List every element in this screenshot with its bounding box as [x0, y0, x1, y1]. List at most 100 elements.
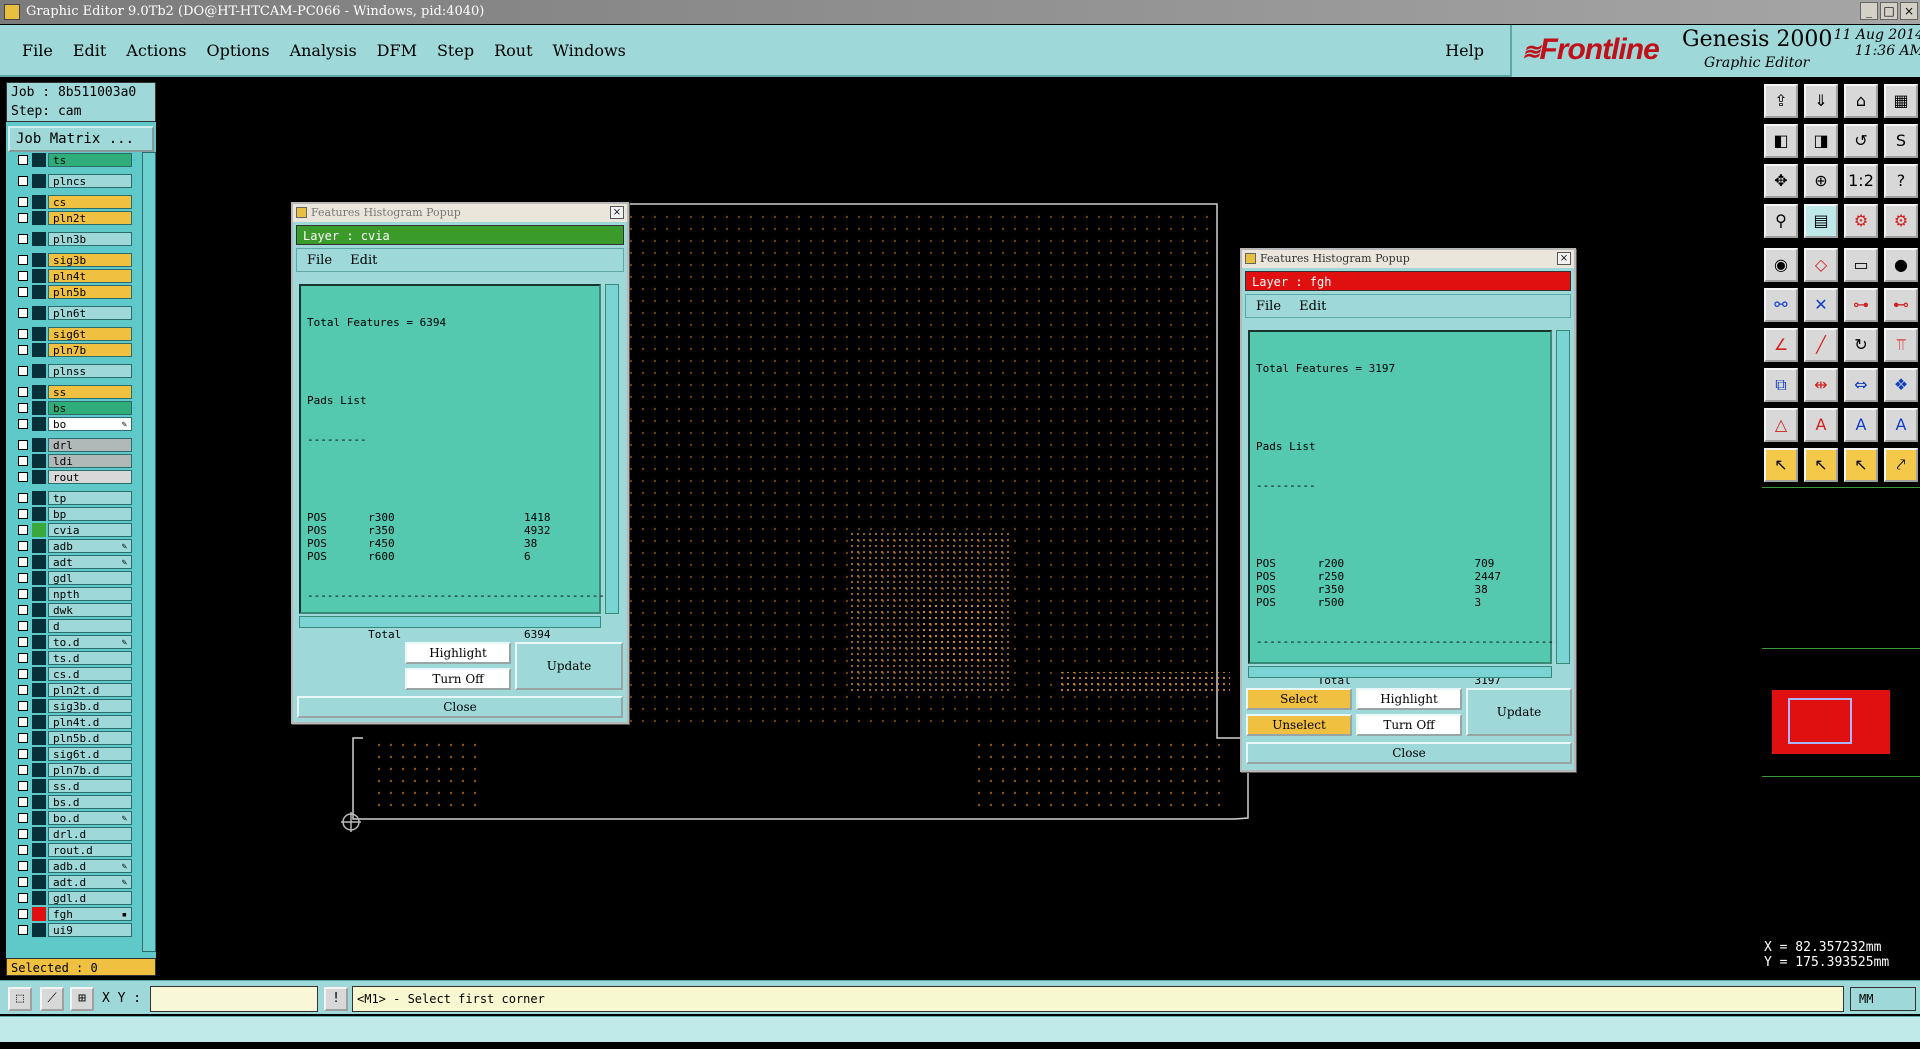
layer-name[interactable]: ss: [48, 385, 132, 399]
layer-checkbox[interactable]: [18, 717, 28, 727]
layer-row[interactable]: npth: [10, 586, 134, 602]
layer-checkbox[interactable]: [18, 573, 28, 583]
layer-color-swatch[interactable]: [32, 417, 46, 431]
xy-input[interactable]: [150, 986, 318, 1012]
close-button[interactable]: Close: [1246, 742, 1572, 764]
layer-color-swatch[interactable]: [32, 454, 46, 468]
popup-menu-file[interactable]: File: [1256, 299, 1281, 314]
layer-name[interactable]: cs: [48, 195, 132, 209]
layer-row[interactable]: tp: [10, 490, 134, 506]
layer-checkbox[interactable]: [18, 197, 28, 207]
layer-color-swatch[interactable]: [32, 683, 46, 697]
snap-mode-icon[interactable]: ⬚: [8, 987, 32, 1011]
copy-feature-icon[interactable]: ⧉: [1764, 368, 1798, 402]
layer-checkbox[interactable]: [18, 909, 28, 919]
layer-name[interactable]: pln7b.d: [48, 763, 132, 777]
layer-row[interactable]: plncs: [10, 173, 134, 189]
layer-checkbox[interactable]: [18, 845, 28, 855]
layer-row[interactable]: ldi: [10, 453, 134, 469]
layer-checkbox[interactable]: [18, 419, 28, 429]
layer-row[interactable]: ui9: [10, 922, 134, 938]
layer-color-swatch[interactable]: [32, 401, 46, 415]
layer-name[interactable]: bo ✎: [48, 417, 132, 431]
layer-name[interactable]: d: [48, 619, 132, 633]
connect-nodes-icon[interactable]: ⚯: [1764, 288, 1798, 322]
line-mode-icon[interactable]: ⟋: [40, 987, 64, 1011]
layer-color-swatch[interactable]: [32, 619, 46, 633]
layer-name[interactable]: sig3b: [48, 253, 132, 267]
popup-close-icon[interactable]: ×: [610, 206, 624, 219]
layer-name[interactable]: ldi: [48, 454, 132, 468]
grid-icon[interactable]: ▤: [1804, 204, 1838, 238]
turn-off-button[interactable]: Turn Off: [1356, 714, 1462, 736]
layer-row[interactable]: gdl.d: [10, 890, 134, 906]
alert-icon[interactable]: !: [324, 987, 348, 1011]
turn-off-button[interactable]: Turn Off: [405, 668, 511, 690]
layer-name[interactable]: bo.d ✎: [48, 811, 132, 825]
layer-color-swatch[interactable]: [32, 651, 46, 665]
layer-color-swatch[interactable]: [32, 327, 46, 341]
layer-row[interactable]: sig6t.d: [10, 746, 134, 762]
text-a3-icon[interactable]: A: [1844, 408, 1878, 442]
histogram-hscroll[interactable]: [1248, 666, 1552, 678]
layer-row[interactable]: adt.d ✎: [10, 874, 134, 890]
histogram-text[interactable]: Total Features = 3197 Pads List --------…: [1248, 330, 1567, 687]
layer-color-swatch[interactable]: [32, 253, 46, 267]
zoom-center-icon[interactable]: ⊕: [1804, 164, 1838, 198]
layer-checkbox[interactable]: [18, 749, 28, 759]
update-button[interactable]: Update: [1466, 688, 1572, 736]
layer-name[interactable]: drl.d: [48, 827, 132, 841]
layer-row[interactable]: pln7b.d: [10, 762, 134, 778]
layer-name[interactable]: sig3b.d: [48, 699, 132, 713]
layer-name[interactable]: bs.d: [48, 795, 132, 809]
layer-checkbox[interactable]: [18, 329, 28, 339]
layer-row[interactable]: gdl: [10, 570, 134, 586]
layer-name[interactable]: pln2t.d: [48, 683, 132, 697]
grid-mode-icon[interactable]: ⊞: [70, 987, 94, 1011]
layer-color-swatch[interactable]: [32, 285, 46, 299]
layer-name[interactable]: adt.d ✎: [48, 875, 132, 889]
layer-row[interactable]: to.d ✎: [10, 634, 134, 650]
layer-row[interactable]: d: [10, 618, 134, 634]
layer-row[interactable]: pln4t: [10, 268, 134, 284]
close-button[interactable]: Close: [297, 696, 623, 718]
layer-color-swatch[interactable]: [32, 715, 46, 729]
text-a-icon[interactable]: △: [1764, 408, 1798, 442]
popup-menu-file[interactable]: File: [307, 253, 332, 268]
stretch-icon[interactable]: ⇔: [1844, 368, 1878, 402]
layer-checkbox[interactable]: [18, 213, 28, 223]
update-button[interactable]: Update: [515, 642, 623, 690]
layer-checkbox[interactable]: [18, 493, 28, 503]
layer-name[interactable]: ts.d: [48, 651, 132, 665]
undo-view-icon[interactable]: ↺: [1844, 124, 1878, 158]
layer-name[interactable]: ts: [48, 153, 132, 167]
layer-color-swatch[interactable]: [32, 779, 46, 793]
layer-name[interactable]: pln2t: [48, 211, 132, 225]
layer-checkbox[interactable]: [18, 813, 28, 823]
layer-row[interactable]: ss.d: [10, 778, 134, 794]
highlight-button[interactable]: Highlight: [1356, 688, 1462, 710]
layer-color-swatch[interactable]: [32, 635, 46, 649]
round-pad-icon[interactable]: ●: [1884, 248, 1918, 282]
layer-checkbox[interactable]: [18, 440, 28, 450]
layer-row[interactable]: ts.d: [10, 650, 134, 666]
delete-node-icon[interactable]: ✕: [1804, 288, 1838, 322]
save-down-icon[interactable]: ⇓: [1804, 84, 1838, 118]
layer-row[interactable]: plnss: [10, 363, 134, 379]
layer-name[interactable]: plnss: [48, 364, 132, 378]
layer-row[interactable]: pln4t.d: [10, 714, 134, 730]
layer-color-swatch[interactable]: [32, 364, 46, 378]
histogram-text[interactable]: Total Features = 6394 Pads List --------…: [299, 284, 618, 641]
layer-checkbox[interactable]: [18, 255, 28, 265]
layer-color-swatch[interactable]: [32, 587, 46, 601]
save-up-icon[interactable]: ⇪: [1764, 84, 1798, 118]
highlight-button[interactable]: Highlight: [405, 642, 511, 664]
layer-row[interactable]: drl: [10, 437, 134, 453]
window-layout-icon[interactable]: ▦: [1884, 84, 1918, 118]
layer-name[interactable]: sig6t.d: [48, 747, 132, 761]
layer-color-swatch[interactable]: [32, 859, 46, 873]
layer-color-swatch[interactable]: [32, 907, 46, 921]
layer-color-swatch[interactable]: [32, 811, 46, 825]
layer-row[interactable]: pln5b: [10, 284, 134, 300]
layer-color-swatch[interactable]: [32, 507, 46, 521]
